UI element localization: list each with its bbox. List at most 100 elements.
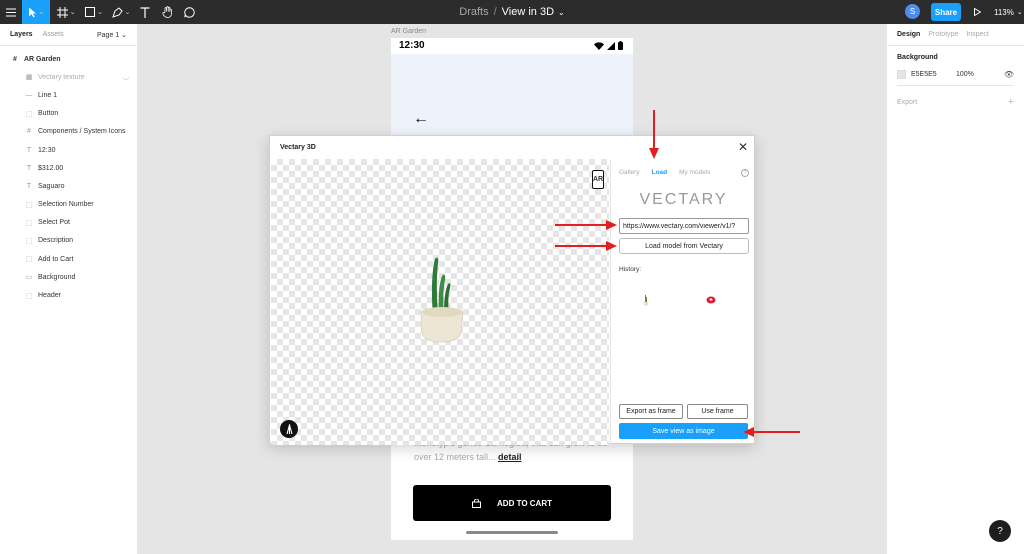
detail-link[interactable]: detail <box>498 452 522 462</box>
background-hex-field[interactable]: E5E5E5 <box>911 71 951 78</box>
top-toolbar: ⌄ ⌄ ⌄ ⌄ Drafts / View in 3D ⌄ S Share 11… <box>0 0 1024 24</box>
layer-item[interactable]: ⬚ Select Pot <box>0 214 137 232</box>
main-menu-icon[interactable] <box>0 0 22 24</box>
layers-panel: Layers Assets Page 1 ⌄ # AR Garden ▦ Vect… <box>0 24 138 554</box>
frame-icon: # <box>13 55 17 63</box>
user-avatar[interactable]: S <box>905 4 920 19</box>
phone-status-bar: 12:30 <box>391 38 633 54</box>
layer-item[interactable]: ⬚ Add to Cart <box>0 250 137 268</box>
left-panel-tabs: Layers Assets Page 1 ⌄ <box>0 24 137 46</box>
layer-item[interactable]: — Line 1 <box>0 86 137 104</box>
layer-item[interactable]: ▭ Background <box>0 268 137 286</box>
close-icon[interactable]: ✕ <box>738 140 748 154</box>
layer-list: ▦ Vectary texture ◡ — Line 1 ⬚ Button # Componen… <box>0 68 137 304</box>
group-icon: ⬚ <box>25 219 33 227</box>
help-icon[interactable]: ? <box>741 169 749 177</box>
battery-icon <box>618 41 623 50</box>
layer-label: Vectary texture <box>38 73 85 81</box>
hidden-eye-icon[interactable]: ◡ <box>123 73 129 81</box>
layer-label: Background <box>38 273 76 281</box>
layer-item[interactable]: ⬚ Button <box>0 105 137 123</box>
cactus-thumbnail-icon <box>643 295 649 306</box>
modal-title: Vectary 3D <box>280 144 316 151</box>
tab-gallery[interactable]: Gallery <box>619 169 640 177</box>
layer-item[interactable]: T $312.00 <box>0 159 137 177</box>
tab-assets[interactable]: Assets <box>43 31 64 38</box>
shape-tool-icon[interactable]: ⌄ <box>81 0 107 24</box>
history-label: History: <box>619 266 642 273</box>
page-selector[interactable]: Page 1 ⌄ <box>97 31 127 39</box>
move-tool-icon[interactable]: ⌄ <box>22 0 50 24</box>
history-item-mug[interactable] <box>704 293 718 307</box>
zoom-level[interactable]: 113% ⌄ <box>994 0 1023 24</box>
plugin-tabs: Gallery Load My models ? <box>619 169 749 177</box>
3d-viewer[interactable]: AR <box>271 159 609 445</box>
mug-thumbnail-icon <box>706 296 716 304</box>
text-tool-icon[interactable] <box>137 0 153 24</box>
layer-item[interactable]: ⬚ Selection Number <box>0 196 137 214</box>
file-name[interactable]: View in 3D <box>502 6 554 18</box>
visibility-eye-icon[interactable]: 👁 <box>1004 70 1014 79</box>
status-time: 12:30 <box>399 40 425 51</box>
status-icons <box>594 41 623 50</box>
wifi-icon <box>594 41 604 50</box>
hand-tool-icon[interactable] <box>159 0 175 24</box>
group-icon: ⬚ <box>25 237 33 245</box>
layer-label: AR Garden <box>24 55 61 63</box>
layer-label: Button <box>38 110 59 118</box>
layer-item[interactable]: # Components / System Icons <box>0 123 137 141</box>
shopping-bag-icon <box>472 498 482 508</box>
ar-view-icon[interactable]: AR <box>592 170 604 189</box>
file-menu-chevron-icon[interactable]: ⌄ <box>558 8 565 17</box>
pen-tool-icon[interactable]: ⌄ <box>108 0 134 24</box>
add-export-plus-icon[interactable]: + <box>1008 96 1014 108</box>
frame-tool-icon[interactable]: ⌄ <box>53 0 79 24</box>
present-play-icon[interactable] <box>970 0 984 24</box>
cellular-signal-icon <box>607 41 615 50</box>
background-section: Background E5E5E5 100% 👁 Export + <box>887 46 1024 116</box>
tab-design[interactable]: Design <box>897 31 920 38</box>
breadcrumb-drafts[interactable]: Drafts <box>459 6 488 18</box>
tab-prototype[interactable]: Prototype <box>928 31 958 38</box>
cactus-model[interactable] <box>411 254 471 349</box>
back-arrow-icon[interactable]: ← <box>413 110 429 128</box>
layer-label: Saguaro <box>38 182 65 190</box>
layer-item[interactable]: ⬚ Header <box>0 286 137 304</box>
background-fill-row: E5E5E5 100% 👁 <box>897 70 1014 79</box>
layer-root-frame[interactable]: # AR Garden <box>0 50 137 68</box>
add-to-cart-button[interactable]: ADD TO CART <box>413 485 611 521</box>
frame-label[interactable]: AR Garden <box>391 28 426 35</box>
layer-label: Line 1 <box>38 91 58 99</box>
export-as-frame-button[interactable]: Export as frame <box>619 404 683 419</box>
plugin-sidebar: Gallery Load My models ? VECTARY Load mo… <box>610 159 755 445</box>
layer-item[interactable]: T 12:30 <box>0 141 137 159</box>
history-item-cactus[interactable] <box>639 293 653 307</box>
layer-label: Header <box>38 292 61 300</box>
tab-my-models[interactable]: My models <box>679 169 710 177</box>
breadcrumb-separator: / <box>493 6 497 18</box>
tab-inspect[interactable]: Inspect <box>966 31 989 38</box>
use-frame-button[interactable]: Use frame <box>687 404 748 419</box>
vectary-wordmark: VECTARY <box>639 191 728 208</box>
load-model-button[interactable]: Load model from Vectary <box>619 238 749 254</box>
properties-panel: Design Prototype Inspect Background E5E5… <box>886 24 1024 554</box>
description-line-2: over 12 meters tall... <box>414 452 499 462</box>
help-button[interactable]: ? <box>989 520 1011 542</box>
model-url-input[interactable] <box>619 218 749 234</box>
background-swatch[interactable] <box>897 70 906 79</box>
layer-item[interactable]: ▦ Vectary texture ◡ <box>0 68 137 86</box>
layer-item[interactable]: ⬚ Description <box>0 232 137 250</box>
group-icon: ⬚ <box>25 201 33 209</box>
layer-label: $312.00 <box>38 164 64 172</box>
save-view-as-image-button[interactable]: Save view as image <box>619 423 748 439</box>
group-icon: ⬚ <box>25 292 33 300</box>
layer-item[interactable]: T Saguaro <box>0 177 137 195</box>
home-indicator <box>466 531 558 534</box>
share-button[interactable]: Share <box>931 3 961 21</box>
background-opacity-field[interactable]: 100% <box>956 71 974 78</box>
tab-layers[interactable]: Layers <box>10 31 33 38</box>
tab-load[interactable]: Load <box>652 169 668 177</box>
add-to-cart-label: ADD TO CART <box>497 498 552 508</box>
zoom-value: 113% <box>994 7 1014 17</box>
comment-tool-icon[interactable] <box>181 0 197 24</box>
